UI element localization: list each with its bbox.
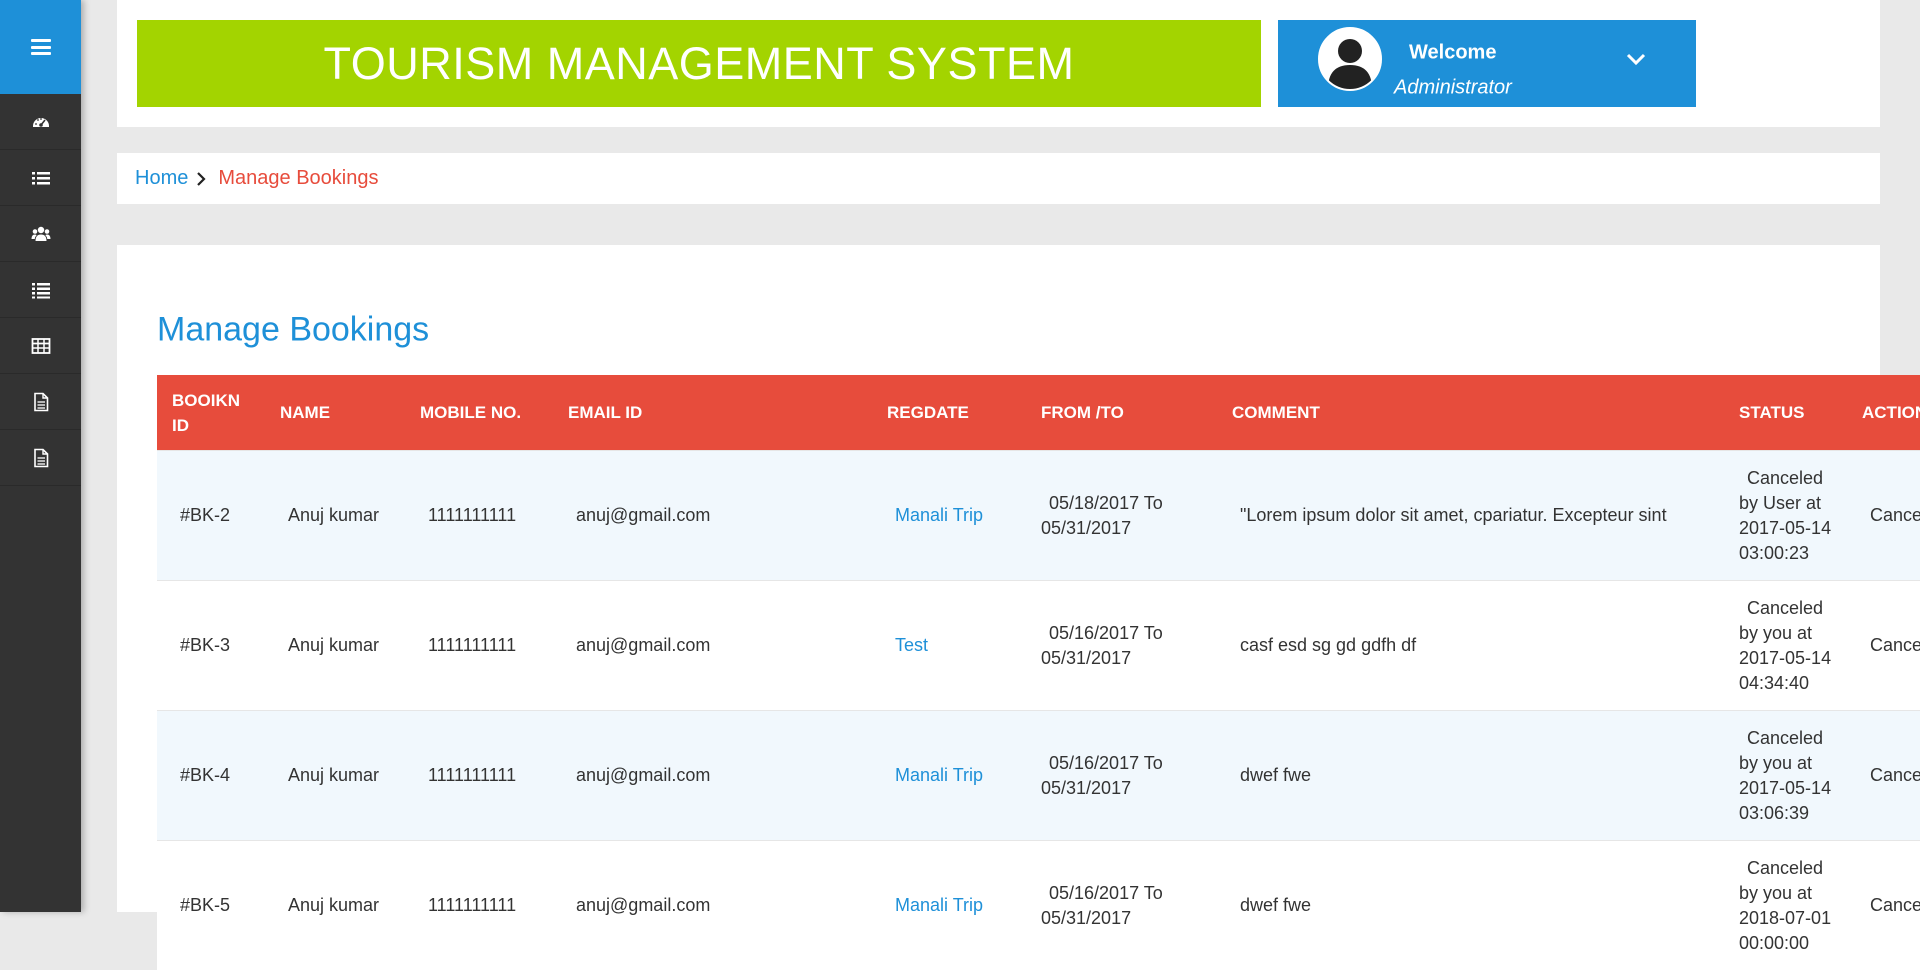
table-row: #BK-5 Anuj kumar 1111111111 anuj@gmail.c…: [157, 841, 1920, 970]
mobile-number: 1111111111: [405, 841, 553, 970]
col-header-email[interactable]: EMAIL ID: [553, 375, 872, 451]
hamburger-icon: [31, 39, 51, 55]
sidebar-item-dashboard[interactable]: [0, 94, 81, 150]
list-icon: [31, 168, 51, 188]
booking-id: #BK-3: [157, 581, 265, 711]
chevron-down-icon: [1625, 52, 1647, 66]
breadcrumb-current: Manage Bookings: [218, 167, 378, 190]
table-row: #BK-2 Anuj kumar 1111111111 anuj@gmail.c…: [157, 451, 1920, 581]
list-icon: [31, 280, 51, 300]
breadcrumb: Home Manage Bookings: [117, 153, 1880, 204]
table-row: #BK-4 Anuj kumar 1111111111 anuj@gmail.c…: [157, 711, 1920, 841]
customer-name: Anuj kumar: [265, 451, 405, 581]
user-role: Administrator: [1394, 77, 1512, 100]
document-icon: [31, 448, 51, 468]
date-range: 05/16/2017 To05/31/2017: [1026, 581, 1217, 711]
document-icon: [31, 392, 51, 412]
comment: "Lorem ipsum dolor sit amet, cpariatur. …: [1217, 451, 1724, 581]
package-link[interactable]: Manali Trip: [895, 505, 983, 525]
package-link[interactable]: Manali Trip: [895, 765, 983, 785]
email: anuj@gmail.com: [553, 451, 872, 581]
sidebar-toggle-button[interactable]: [0, 0, 81, 94]
col-header-action[interactable]: ACTION: [1847, 375, 1920, 451]
col-header-mobile[interactable]: MOBILE NO.: [405, 375, 553, 451]
users-icon: [31, 224, 51, 244]
email: anuj@gmail.com: [553, 711, 872, 841]
user-avatar-icon: [1320, 29, 1380, 89]
sidebar-item-list-2[interactable]: [0, 262, 81, 318]
email: anuj@gmail.com: [553, 841, 872, 970]
sidebar-item-users[interactable]: [0, 206, 81, 262]
table-header-row: BOOIKNID NAME MOBILE NO. EMAIL ID REGDAT…: [157, 375, 1920, 451]
package-link[interactable]: Test: [895, 635, 928, 655]
col-header-name[interactable]: NAME: [265, 375, 405, 451]
customer-name: Anuj kumar: [265, 711, 405, 841]
customer-name: Anuj kumar: [265, 841, 405, 970]
table-row: #BK-3 Anuj kumar 1111111111 anuj@gmail.c…: [157, 581, 1920, 711]
booking-id: #BK-5: [157, 841, 265, 970]
status: Canceledby User at2017-05-1403:00:23: [1724, 451, 1847, 581]
date-range: 05/16/2017 To05/31/2017: [1026, 711, 1217, 841]
col-header-booking-id[interactable]: BOOIKNID: [157, 375, 265, 451]
breadcrumb-home-link[interactable]: Home: [135, 167, 188, 190]
action-cancel[interactable]: Cancel: [1847, 711, 1920, 841]
package-cell: Test: [872, 581, 1026, 711]
customer-name: Anuj kumar: [265, 581, 405, 711]
action-cancel[interactable]: Cancel: [1847, 581, 1920, 711]
sidebar-item-list[interactable]: [0, 150, 81, 206]
booking-id: #BK-4: [157, 711, 265, 841]
bookings-table: BOOIKNID NAME MOBILE NO. EMAIL ID REGDAT…: [157, 375, 1920, 970]
sidebar-item-document[interactable]: [0, 374, 81, 430]
package-cell: Manali Trip: [872, 711, 1026, 841]
col-header-regdate[interactable]: REGDATE: [872, 375, 1026, 451]
action-cancel[interactable]: Cancel: [1847, 451, 1920, 581]
col-header-comment[interactable]: COMMENT: [1217, 375, 1724, 451]
date-range: 05/16/2017 To05/31/2017: [1026, 841, 1217, 970]
mobile-number: 1111111111: [405, 711, 553, 841]
booking-id: #BK-2: [157, 451, 265, 581]
col-header-from-to[interactable]: FROM /TO: [1026, 375, 1217, 451]
comment: dwef fwe: [1217, 711, 1724, 841]
mobile-number: 1111111111: [405, 581, 553, 711]
sidebar: [0, 0, 81, 912]
status: Canceledby you at2018-07-0100:00:00: [1724, 841, 1847, 970]
avatar: [1318, 27, 1382, 91]
app-title-banner: TOURISM MANAGEMENT SYSTEM: [137, 20, 1261, 107]
package-cell: Manali Trip: [872, 841, 1026, 970]
user-menu-dropdown[interactable]: Welcome Administrator: [1278, 20, 1696, 107]
status: Canceledby you at2017-05-1403:06:39: [1724, 711, 1847, 841]
sidebar-item-document-2[interactable]: [0, 430, 81, 486]
package-link[interactable]: Manali Trip: [895, 895, 983, 915]
sidebar-item-table[interactable]: [0, 318, 81, 374]
app-title: TOURISM MANAGEMENT SYSTEM: [324, 38, 1075, 90]
chevron-right-icon: [196, 171, 206, 187]
col-header-status[interactable]: STATUS: [1724, 375, 1847, 451]
dashboard-icon: [31, 112, 51, 132]
comment: dwef fwe: [1217, 841, 1724, 970]
comment: casf esd sg gd gdfh df: [1217, 581, 1724, 711]
email: anuj@gmail.com: [553, 581, 872, 711]
date-range: 05/18/2017 To05/31/2017: [1026, 451, 1217, 581]
welcome-label: Welcome: [1409, 42, 1496, 65]
package-cell: Manali Trip: [872, 451, 1026, 581]
mobile-number: 1111111111: [405, 451, 553, 581]
status: Canceledby you at2017-05-1404:34:40: [1724, 581, 1847, 711]
action-cancel[interactable]: Cancel: [1847, 841, 1920, 970]
table-icon: [31, 336, 51, 356]
page-title: Manage Bookings: [157, 311, 429, 350]
